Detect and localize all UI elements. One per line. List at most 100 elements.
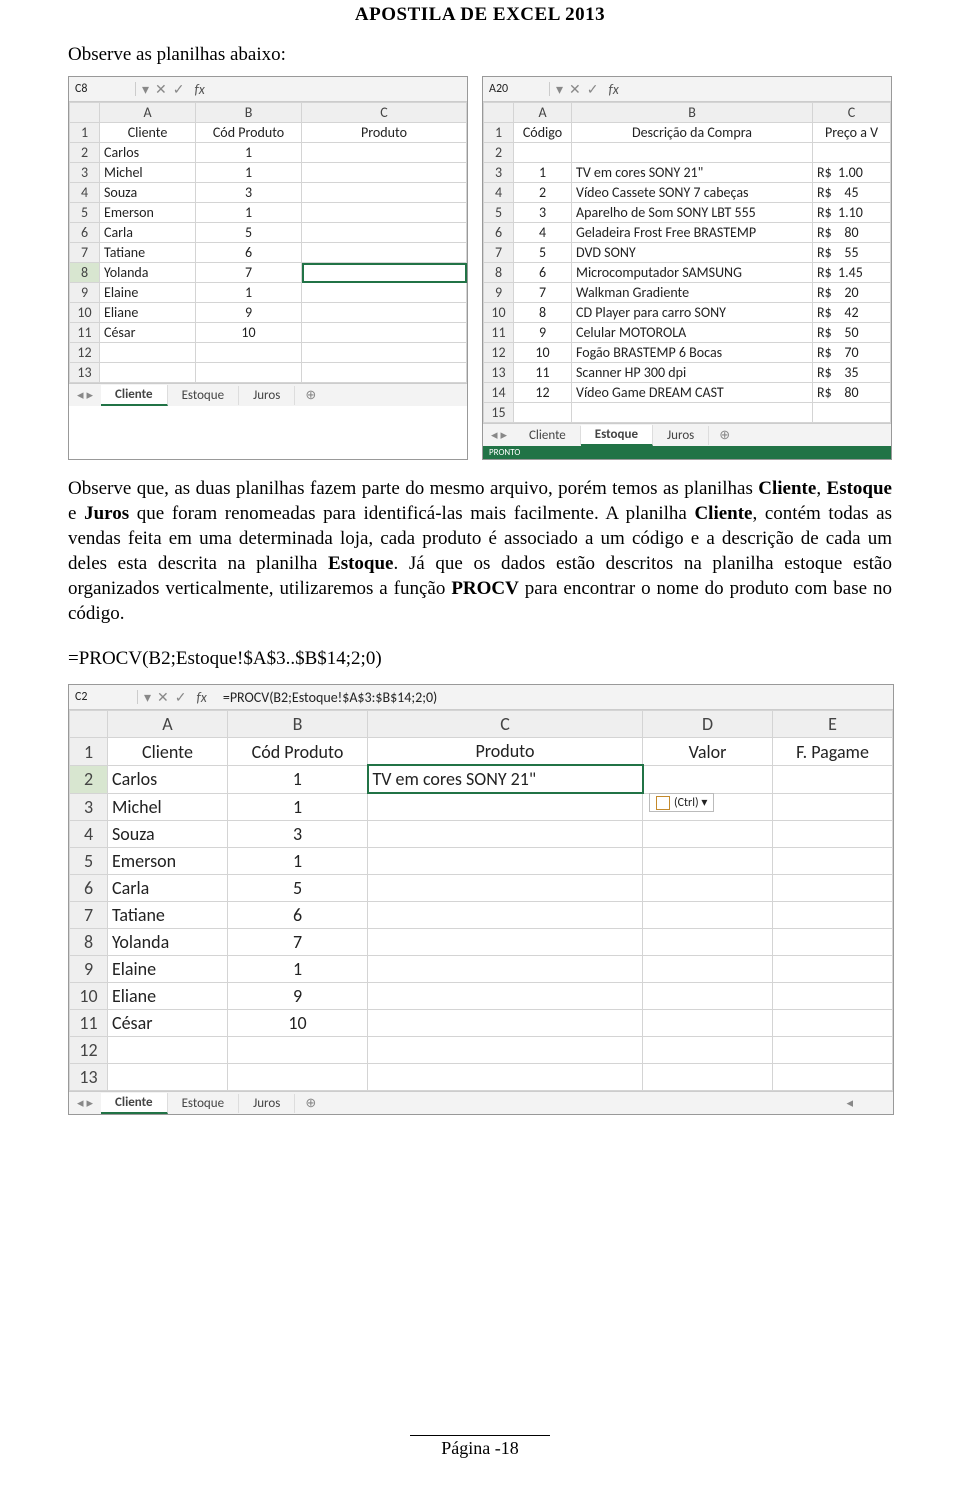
- cell[interactable]: [773, 1037, 893, 1064]
- cell[interactable]: Geladeira Frost Free BRASTEMP: [572, 223, 813, 243]
- cell[interactable]: Tatiane: [100, 243, 196, 263]
- name-box[interactable]: C2: [69, 690, 138, 704]
- cell[interactable]: [368, 1037, 643, 1064]
- cell[interactable]: [773, 929, 893, 956]
- cell[interactable]: [368, 1064, 643, 1091]
- cell[interactable]: CD Player para carro SONY: [572, 303, 813, 323]
- cell[interactable]: Michel: [108, 793, 228, 821]
- add-sheet-icon[interactable]: ⊕: [295, 1096, 326, 1111]
- cell[interactable]: [302, 303, 467, 323]
- cell[interactable]: [514, 143, 572, 163]
- cell[interactable]: [100, 343, 196, 363]
- cell[interactable]: [643, 765, 773, 793]
- cell[interactable]: Yolanda: [100, 263, 196, 283]
- cell[interactable]: Elaine: [108, 956, 228, 983]
- cell[interactable]: 6: [196, 243, 302, 263]
- cell[interactable]: [773, 793, 893, 821]
- row-header[interactable]: 5: [70, 203, 100, 223]
- cell[interactable]: [302, 203, 467, 223]
- tab-juros[interactable]: Juros: [239, 386, 295, 405]
- row-header[interactable]: 4: [484, 183, 514, 203]
- cell[interactable]: 12: [514, 383, 572, 403]
- tab-estoque[interactable]: Estoque: [168, 1094, 240, 1113]
- row-header[interactable]: 4: [70, 183, 100, 203]
- cell[interactable]: Eliane: [108, 983, 228, 1010]
- cell[interactable]: [368, 983, 643, 1010]
- row-header[interactable]: 13: [70, 363, 100, 383]
- cell[interactable]: [643, 848, 773, 875]
- cell[interactable]: [813, 403, 891, 423]
- tab-juros[interactable]: Juros: [239, 1094, 295, 1113]
- cell[interactable]: 5: [228, 875, 368, 902]
- cell[interactable]: 1: [228, 956, 368, 983]
- cell[interactable]: 1: [196, 203, 302, 223]
- tab-nav[interactable]: ◂ ▸: [483, 428, 515, 443]
- cancel-icon[interactable]: ✕: [569, 81, 581, 98]
- row-header[interactable]: 14: [484, 383, 514, 403]
- cell[interactable]: Souza: [108, 821, 228, 848]
- cell[interactable]: [773, 848, 893, 875]
- cell[interactable]: [302, 163, 467, 183]
- cell[interactable]: [643, 821, 773, 848]
- spreadsheet-grid[interactable]: A B C D E 1 Cliente Cód Produto Produto …: [69, 710, 893, 1091]
- row-header[interactable]: 3: [484, 163, 514, 183]
- cell[interactable]: F. Pagame: [773, 738, 893, 766]
- row-header[interactable]: 8: [484, 263, 514, 283]
- cell[interactable]: 7: [228, 929, 368, 956]
- cell[interactable]: R$ 1.45: [813, 263, 891, 283]
- col-header[interactable]: E: [773, 711, 893, 738]
- row-header[interactable]: 8: [70, 263, 100, 283]
- row-header[interactable]: 10: [70, 983, 108, 1010]
- cell[interactable]: Souza: [100, 183, 196, 203]
- row-header[interactable]: 13: [484, 363, 514, 383]
- enter-icon[interactable]: ✓: [587, 81, 599, 98]
- cell[interactable]: [368, 875, 643, 902]
- cell[interactable]: [813, 143, 891, 163]
- cell[interactable]: [368, 956, 643, 983]
- row-header[interactable]: 12: [70, 1037, 108, 1064]
- cell[interactable]: [302, 323, 467, 343]
- cell[interactable]: 6: [514, 263, 572, 283]
- row-header[interactable]: 13: [70, 1064, 108, 1091]
- scroll-marker-icon[interactable]: ◂: [806, 1096, 893, 1111]
- row-header[interactable]: 6: [70, 875, 108, 902]
- row-header[interactable]: 11: [70, 1010, 108, 1037]
- cell[interactable]: R$ 45: [813, 183, 891, 203]
- cell[interactable]: [228, 1037, 368, 1064]
- cell[interactable]: Michel: [100, 163, 196, 183]
- cell[interactable]: Fogão BRASTEMP 6 Bocas: [572, 343, 813, 363]
- cell[interactable]: 3: [196, 183, 302, 203]
- cell[interactable]: [773, 821, 893, 848]
- spreadsheet-grid[interactable]: A B C 1 Código Descrição da Compra Preço…: [483, 102, 891, 423]
- cell[interactable]: [643, 983, 773, 1010]
- cell[interactable]: [643, 1010, 773, 1037]
- cell[interactable]: R$ 35: [813, 363, 891, 383]
- cell[interactable]: [572, 143, 813, 163]
- tab-cliente[interactable]: Cliente: [101, 1093, 168, 1114]
- cell[interactable]: [773, 902, 893, 929]
- cell[interactable]: DVD SONY: [572, 243, 813, 263]
- cell[interactable]: R$ 1.10: [813, 203, 891, 223]
- cell[interactable]: R$ 55: [813, 243, 891, 263]
- cell[interactable]: [643, 956, 773, 983]
- cell[interactable]: 7: [514, 283, 572, 303]
- col-header[interactable]: A: [514, 103, 572, 123]
- cell[interactable]: [643, 929, 773, 956]
- cell[interactable]: [773, 956, 893, 983]
- cell[interactable]: [773, 1010, 893, 1037]
- row-header[interactable]: 7: [70, 902, 108, 929]
- row-header[interactable]: 5: [484, 203, 514, 223]
- cell[interactable]: 6: [228, 902, 368, 929]
- cell[interactable]: [302, 183, 467, 203]
- row-header[interactable]: 3: [70, 163, 100, 183]
- enter-icon[interactable]: ✓: [173, 81, 185, 98]
- cell[interactable]: Elaine: [100, 283, 196, 303]
- tab-juros[interactable]: Juros: [653, 426, 709, 445]
- add-sheet-icon[interactable]: ⊕: [295, 388, 326, 403]
- row-header[interactable]: 9: [484, 283, 514, 303]
- cell[interactable]: [302, 283, 467, 303]
- cell[interactable]: 9: [196, 303, 302, 323]
- cell[interactable]: 1: [228, 793, 368, 821]
- cell[interactable]: [368, 902, 643, 929]
- col-header[interactable]: A: [100, 103, 196, 123]
